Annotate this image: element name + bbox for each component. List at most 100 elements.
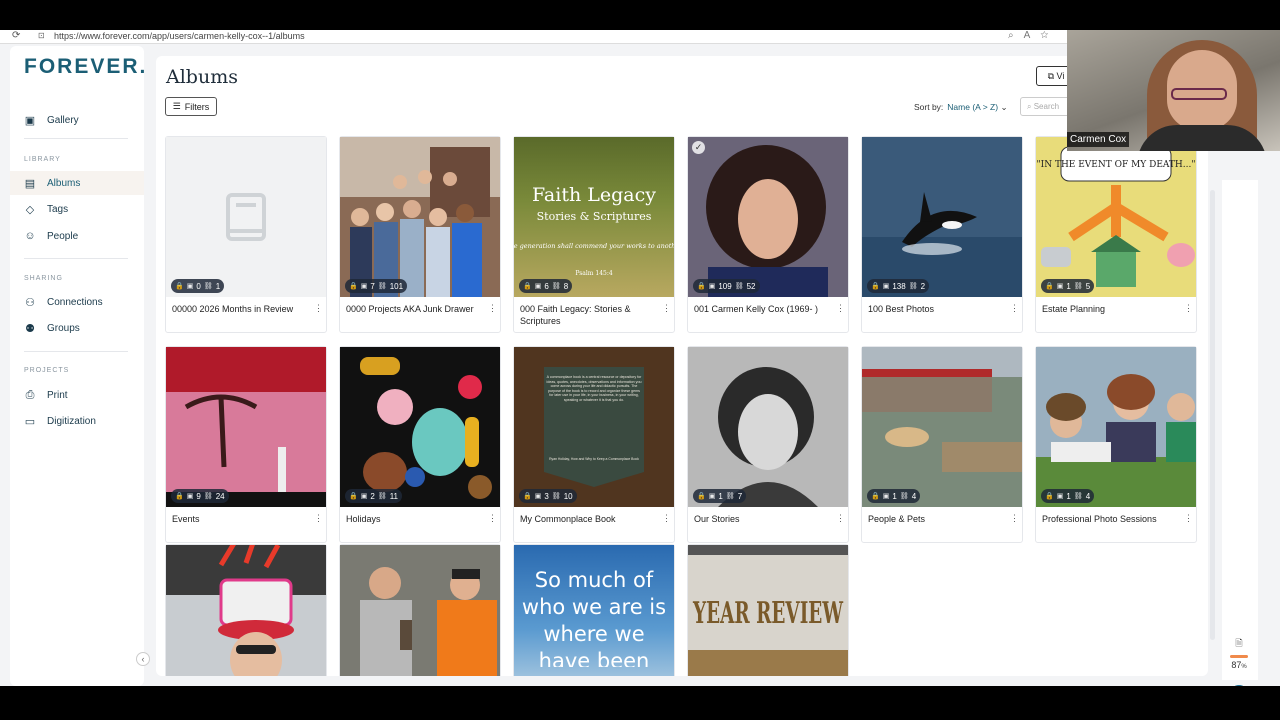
album-thumbnail[interactable] [862,347,1022,507]
album-title[interactable]: 000 Faith Legacy: Stories & Scriptures [520,303,660,327]
sidebar-item-groups[interactable]: ⚉ Groups [10,316,144,340]
section-heading-library: LIBRARY [24,156,61,163]
filters-button[interactable]: ☰ Filters [165,97,217,116]
album-thumbnail[interactable] [166,347,326,507]
group-photo-image [340,137,500,297]
album-title[interactable]: 0000 Projects AKA Junk Drawer [346,303,486,315]
album-title[interactable]: My Commonplace Book [520,513,660,525]
album-title[interactable]: 001 Carmen Kelly Cox (1969- ) [694,303,834,315]
sidebar-item-digitization[interactable]: ▭ Digitization [10,409,144,433]
storage-bar [1230,655,1248,658]
site-info-icon[interactable]: ⊡ [38,31,45,40]
two-men-image [340,545,500,676]
album-card[interactable]: So much of who we are is where we have b… [513,544,675,676]
select-checkbox[interactable]: ✓ [692,141,705,154]
lock-icon: 🔒 [523,493,532,500]
digitize-icon: ▭ [24,415,36,428]
album-thumbnail[interactable]: ✓ [688,137,848,297]
sidebar-item-gallery[interactable]: ▣ Gallery [10,108,144,132]
album-card[interactable]: ✓ 🔒 ▣ 109 ⛓ 52 001 Carmen Kelly Cox (1969- )… [687,136,849,333]
album-thumbnail[interactable] [166,545,326,676]
album-title[interactable]: Professional Photo Sessions [1042,513,1182,525]
sidebar-item-label: Tags [47,203,69,215]
groups-icon: ⚉ [25,322,35,335]
forever-logo[interactable]: FOREVER. [24,55,147,79]
album-thumbnail[interactable] [340,137,500,297]
link-icon: ⛓ [203,493,213,500]
cover-subtitle: Stories & Scriptures [537,210,652,223]
collapse-sidebar-button[interactable]: ‹ [136,652,150,666]
sort-control[interactable]: Sort by: Name (A > Z) ⌄ [914,102,1008,113]
more-options-icon[interactable]: ⋮ [488,513,497,524]
url-text[interactable]: https://www.forever.com/app/users/carmen… [54,31,305,41]
album-card[interactable]: "IN THE EVENT OF MY DEATH..." 🔒 ▣ 1 ⛓ 5 Esta… [1035,136,1197,333]
more-options-icon[interactable]: ⋮ [1010,303,1019,314]
album-title[interactable]: 100 Best Photos [868,303,1008,315]
albums-panel: Albums ⧉ Vi ☰ Filters Sort by: Name (A > … [156,56,1208,676]
quote-card-image: So much of who we are is where we have b… [522,568,666,667]
album-card[interactable] [339,544,501,676]
sort-select[interactable]: Name (A > Z) [947,102,998,112]
sidebar-item-people[interactable]: ☺ People [10,224,144,248]
sidebar-item-albums[interactable]: ▤ Albums [10,171,144,195]
album-thumbnail[interactable]: YEAR REVIEW [688,545,848,676]
album-card[interactable]: Faith Legacy Stories & Scriptures One ge… [513,136,675,333]
album-icon: ▤ [24,177,36,190]
album-card[interactable]: 🔒 ▣ 1 ⛓ 4 People & Pets ⋮ [861,346,1023,543]
album-card[interactable]: 🔒 ▣ 7 ⛓ 101 0000 Projects AKA Junk Drawer ⋮ [339,136,501,333]
album-thumbnail[interactable] [862,137,1022,297]
album-stats: 🔒 ▣ 3 ⛓ 10 [519,489,577,503]
sidebar-item-print[interactable]: ⎙ Print [10,383,144,407]
lock-icon: 🔒 [871,283,880,290]
album-title[interactable]: Our Stories [694,513,834,525]
album-thumbnail[interactable] [688,347,848,507]
album-card[interactable]: 🔒 ▣ 138 ⛓ 2 100 Best Photos ⋮ [861,136,1023,333]
more-options-icon[interactable]: ⋮ [662,303,671,314]
scrollbar[interactable] [1210,190,1215,640]
album-title[interactable]: Events [172,513,312,525]
album-thumbnail[interactable]: Faith Legacy Stories & Scriptures One ge… [514,137,674,297]
album-card[interactable]: 🔒 ▣ 0 ⛓ 1 00000 2026 Months in Review ⋮ [165,136,327,333]
more-options-icon[interactable]: ⋮ [1184,303,1193,314]
album-card[interactable]: 🔒 ▣ 1 ⛓ 4 Professional Photo Sessions ⋮ [1035,346,1197,543]
sidebar-item-tags[interactable]: ◇ Tags [10,197,144,221]
storage-meter[interactable]: 🗎 87% [1229,636,1249,670]
album-title[interactable]: People & Pets [868,513,1008,525]
family-photo-image [1036,347,1196,507]
link-icon: ⛓ [203,283,213,290]
link-icon: ⛓ [734,283,744,290]
album-card[interactable]: 🔒 ▣ 1 ⛓ 7 Our Stories ⋮ [687,346,849,543]
more-options-icon[interactable]: ⋮ [1010,513,1019,524]
album-card[interactable]: A commonplace book is a central resource… [513,346,675,543]
album-thumbnail[interactable]: So much of who we are is where we have b… [514,545,674,676]
album-stats: 🔒 ▣ 2 ⛓ 11 [345,489,402,503]
album-card[interactable] [165,544,327,676]
browser-url-bar[interactable]: ⟳ ⊡ https://www.forever.com/app/users/ca… [0,30,1068,44]
album-title[interactable]: Holidays [346,513,486,525]
more-options-icon[interactable]: ⋮ [314,303,323,314]
more-options-icon[interactable]: ⋮ [488,303,497,314]
album-thumbnail[interactable]: A commonplace book is a central resource… [514,347,674,507]
album-thumbnail[interactable] [1036,347,1196,507]
more-options-icon[interactable]: ⋮ [314,513,323,524]
more-options-icon[interactable]: ⋮ [662,513,671,524]
album-card[interactable]: 🔒 ▣ 9 ⛓ 24 Events ⋮ [165,346,327,543]
album-title[interactable]: 00000 2026 Months in Review [172,303,312,315]
album-thumbnail[interactable] [340,545,500,676]
album-card[interactable]: YEAR REVIEW [687,544,849,676]
connections-icon: ⚇ [25,296,35,309]
album-thumbnail[interactable] [340,347,500,507]
more-options-icon[interactable]: ⋮ [836,303,845,314]
album-card[interactable]: 🔒 ▣ 2 ⛓ 11 Holidays ⋮ [339,346,501,543]
reload-icon[interactable]: ⟳ [12,30,20,41]
more-options-icon[interactable]: ⋮ [836,513,845,524]
sidebar-item-label: Print [47,389,68,401]
album-stats: 🔒 ▣ 1 ⛓ 4 [1041,489,1095,503]
album-thumbnail[interactable]: "IN THE EVENT OF MY DEATH..." [1036,137,1196,297]
sidebar-item-label: Gallery [47,114,79,126]
browser-tools[interactable]: ⌕A☆ [1008,30,1058,41]
album-thumbnail[interactable] [166,137,326,297]
more-options-icon[interactable]: ⋮ [1184,513,1193,524]
sidebar-item-connections[interactable]: ⚇ Connections [10,290,144,314]
album-title[interactable]: Estate Planning [1042,303,1182,315]
